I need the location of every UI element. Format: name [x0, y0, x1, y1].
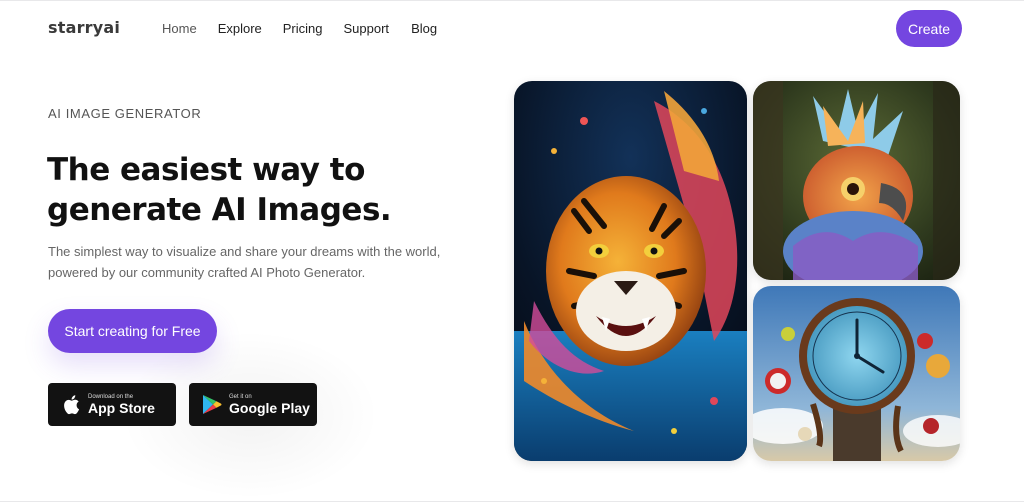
headline-line-1: The easiest way to [47, 152, 365, 188]
clock-image[interactable] [753, 286, 960, 461]
google-play-label: Google Play [229, 399, 310, 416]
nav-home[interactable]: Home [162, 21, 197, 36]
logo[interactable]: starryai [48, 18, 120, 37]
google-play-icon [201, 394, 223, 416]
create-button[interactable]: Create [896, 10, 962, 47]
page-title: The easiest way to generate AI Images. [47, 150, 467, 230]
app-store-text: Download on the App Store [88, 394, 155, 416]
tiger-image[interactable] [514, 81, 747, 461]
google-play-button[interactable]: Get it on Google Play [189, 383, 317, 426]
app-store-button[interactable]: Download on the App Store [48, 383, 176, 426]
google-play-text: Get it on Google Play [229, 394, 310, 416]
bird-image[interactable] [753, 81, 960, 280]
main-nav: Home Explore Pricing Support Blog [162, 21, 437, 36]
nav-support[interactable]: Support [344, 21, 390, 36]
hero-subtitle: The simplest way to visualize and share … [48, 244, 441, 280]
headline-line-2: generate AI Images. [47, 192, 392, 228]
nav-pricing[interactable]: Pricing [283, 21, 323, 36]
start-creating-button[interactable]: Start creating for Free [48, 309, 217, 353]
nav-explore[interactable]: Explore [218, 21, 262, 36]
apple-icon [60, 394, 82, 416]
eyebrow-label: AI IMAGE GENERATOR [48, 106, 202, 121]
app-store-label: App Store [88, 399, 155, 416]
nav-blog[interactable]: Blog [411, 21, 437, 36]
